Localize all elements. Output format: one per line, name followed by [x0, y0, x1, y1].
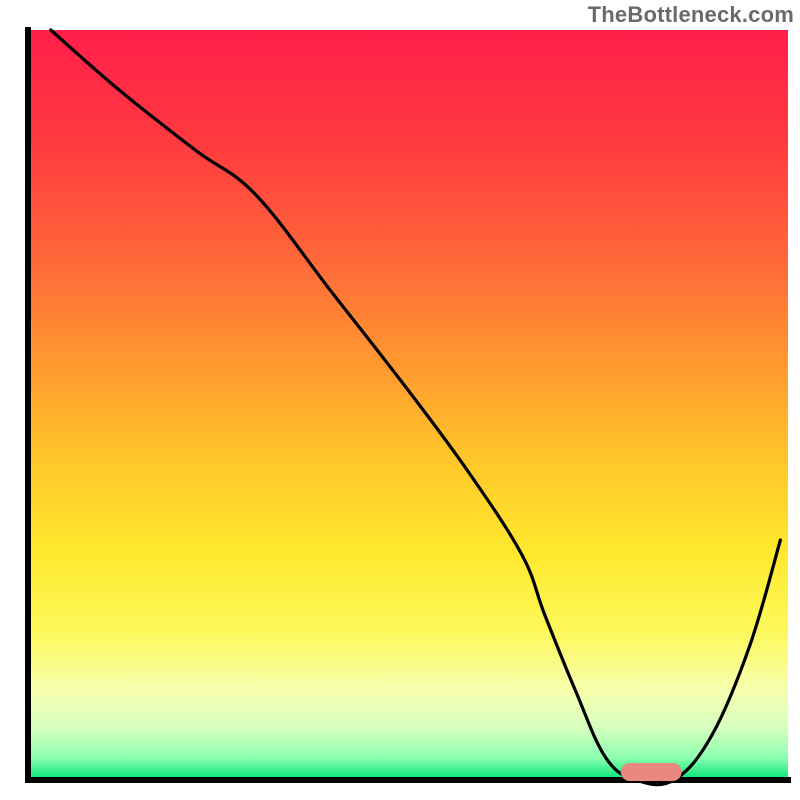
watermark-text: TheBottleneck.com	[588, 2, 794, 28]
bottleneck-chart	[0, 0, 800, 800]
chart-container: TheBottleneck.com	[0, 0, 800, 800]
gradient-background	[28, 30, 788, 780]
optimal-range-marker	[621, 763, 682, 781]
